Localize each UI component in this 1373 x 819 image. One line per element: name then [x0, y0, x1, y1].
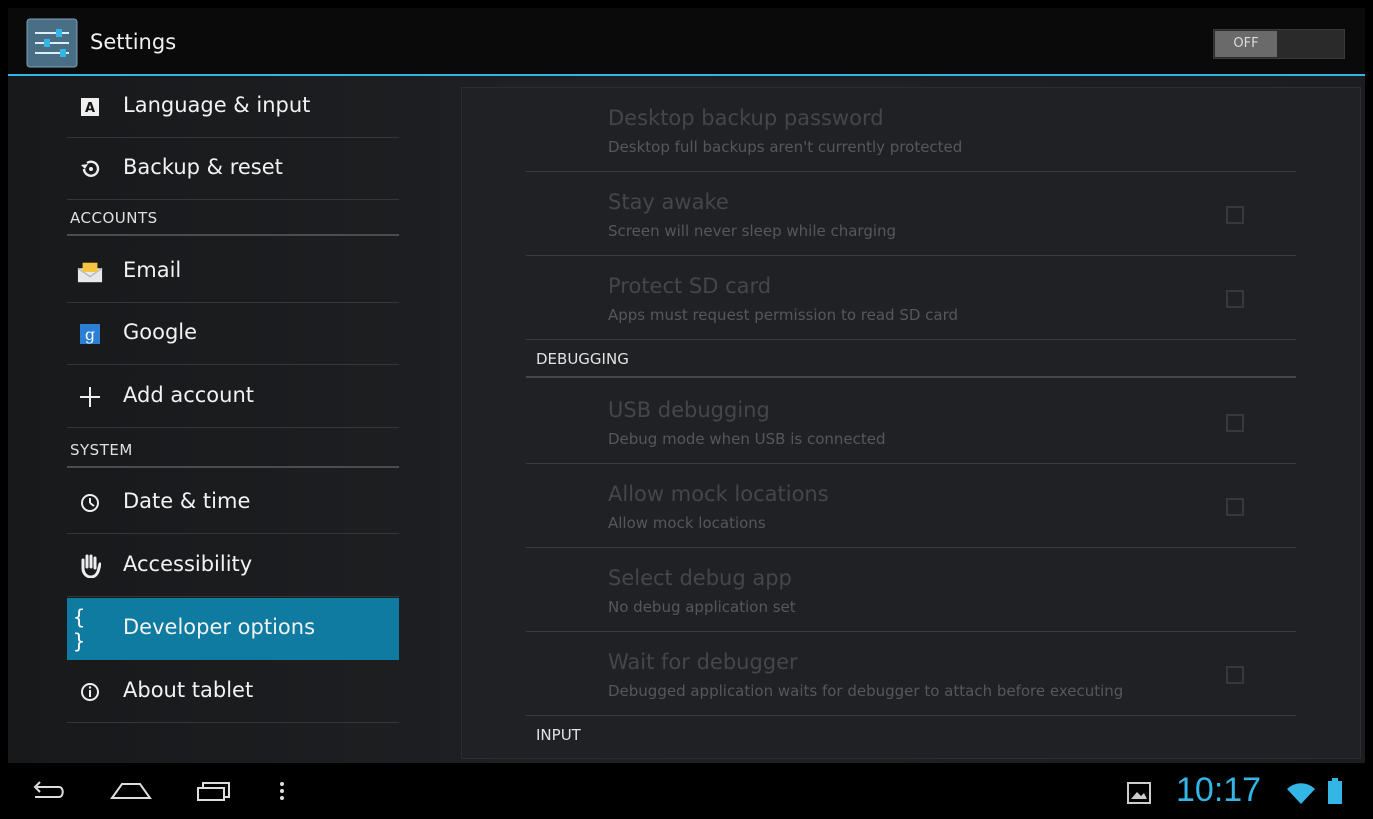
- settings-sidebar: A Language & input Backup & reset ACCOUN…: [67, 76, 399, 763]
- system-bar: 10:17: [0, 763, 1373, 819]
- pref-summary: Screen will never sleep while charging: [608, 222, 897, 240]
- pref-title: Protect SD card: [608, 274, 772, 298]
- protect-sd-card-checkbox: [1226, 290, 1244, 308]
- sidebar-item-label: Date & time: [123, 489, 251, 513]
- section-header-system: SYSTEM: [67, 433, 399, 468]
- pref-summary: Debugged application waits for debugger …: [608, 682, 1124, 700]
- toggle-state-label: OFF: [1215, 31, 1277, 57]
- pref-usb-debugging: USB debugging Debug mode when USB is con…: [526, 380, 1296, 464]
- sidebar-item-label: Backup & reset: [123, 155, 283, 179]
- clock-time[interactable]: 10:17: [1176, 771, 1261, 810]
- svg-text:A: A: [85, 101, 95, 116]
- sidebar-item-date-time[interactable]: Date & time: [67, 472, 399, 534]
- pref-desktop-backup-password: Desktop backup password Desktop full bac…: [526, 88, 1296, 172]
- stay-awake-checkbox: [1226, 206, 1244, 224]
- wait-for-debugger-checkbox: [1226, 666, 1244, 684]
- info-icon: [77, 679, 103, 705]
- sidebar-item-label: About tablet: [123, 678, 254, 702]
- wifi-status: [1286, 779, 1316, 807]
- svg-text:g: g: [85, 325, 95, 344]
- pref-title: Allow mock locations: [608, 482, 829, 506]
- pref-wait-for-debugger: Wait for debugger Debugged application w…: [526, 632, 1296, 716]
- recent-apps-icon: [197, 782, 230, 801]
- action-bar: Settings OFF: [8, 8, 1365, 76]
- home-icon: [110, 783, 152, 799]
- content-area: A Language & input Backup & reset ACCOUN…: [8, 76, 1365, 763]
- braces-icon: { }: [73, 605, 86, 653]
- menu-button[interactable]: [272, 777, 292, 805]
- developer-options-panel: Desktop backup password Desktop full bac…: [461, 87, 1361, 759]
- page-title: Settings: [90, 30, 177, 54]
- sidebar-item-label: Add account: [123, 383, 254, 407]
- section-header-accounts: ACCOUNTS: [67, 201, 399, 236]
- sidebar-item-label: Accessibility: [123, 552, 253, 576]
- pref-title: Select debug app: [608, 566, 792, 590]
- master-toggle[interactable]: OFF: [1213, 29, 1345, 59]
- pref-title: Wait for debugger: [608, 650, 798, 674]
- pref-summary: Debug mode when USB is connected: [608, 430, 886, 448]
- pref-stay-awake: Stay awake Screen will never sleep while…: [526, 172, 1296, 256]
- back-icon: [33, 781, 64, 798]
- settings-app-icon[interactable]: [26, 18, 78, 68]
- pref-protect-sd-card: Protect SD card Apps must request permis…: [526, 256, 1296, 340]
- language-icon: A: [77, 94, 103, 120]
- sidebar-item-label: Language & input: [123, 93, 311, 117]
- back-button[interactable]: [28, 777, 68, 805]
- pref-select-debug-app: Select debug app No debug application se…: [526, 548, 1296, 632]
- wifi-icon: [1287, 783, 1315, 804]
- sidebar-item-accessibility[interactable]: Accessibility: [67, 535, 399, 597]
- pref-title: USB debugging: [608, 398, 770, 422]
- plus-icon: [77, 384, 103, 410]
- google-icon: g: [77, 321, 103, 347]
- backup-icon: [77, 156, 103, 182]
- usb-debugging-checkbox: [1226, 414, 1244, 432]
- screenshot-notification[interactable]: [1126, 779, 1152, 807]
- hand-icon: [77, 553, 103, 579]
- email-icon: [77, 259, 103, 285]
- mock-locations-checkbox: [1226, 498, 1244, 516]
- overflow-menu-icon: [280, 782, 284, 800]
- pref-summary: Desktop full backups aren't currently pr…: [608, 138, 963, 156]
- battery-status: [1326, 777, 1344, 805]
- section-header-input: INPUT: [536, 726, 581, 744]
- pref-summary: No debug application set: [608, 598, 796, 616]
- section-header-debugging: DEBUGGING: [526, 340, 1296, 378]
- pref-allow-mock-locations: Allow mock locations Allow mock location…: [526, 464, 1296, 548]
- sidebar-item-language[interactable]: A Language & input: [67, 76, 399, 138]
- sidebar-item-label: Email: [123, 258, 182, 282]
- sidebar-item-add-account[interactable]: Add account: [67, 366, 399, 428]
- sidebar-item-backup[interactable]: Backup & reset: [67, 138, 399, 200]
- pref-title: Stay awake: [608, 190, 729, 214]
- sidebar-item-label: Google: [123, 320, 198, 344]
- pref-summary: Allow mock locations: [608, 514, 766, 532]
- battery-icon: [1328, 778, 1342, 804]
- sidebar-item-label: Developer options: [123, 615, 316, 639]
- pref-summary: Apps must request permission to read SD …: [608, 306, 959, 324]
- home-button[interactable]: [108, 777, 154, 805]
- pref-title: Desktop backup password: [608, 106, 884, 130]
- sidebar-item-email[interactable]: Email: [67, 241, 399, 303]
- sidebar-item-developer-options[interactable]: { } Developer options: [67, 598, 399, 660]
- image-icon: [1127, 782, 1151, 804]
- clock-icon: [77, 490, 103, 516]
- sidebar-item-google[interactable]: g Google: [67, 303, 399, 365]
- recent-apps-button[interactable]: [192, 777, 236, 805]
- sidebar-item-about-tablet[interactable]: About tablet: [67, 661, 399, 723]
